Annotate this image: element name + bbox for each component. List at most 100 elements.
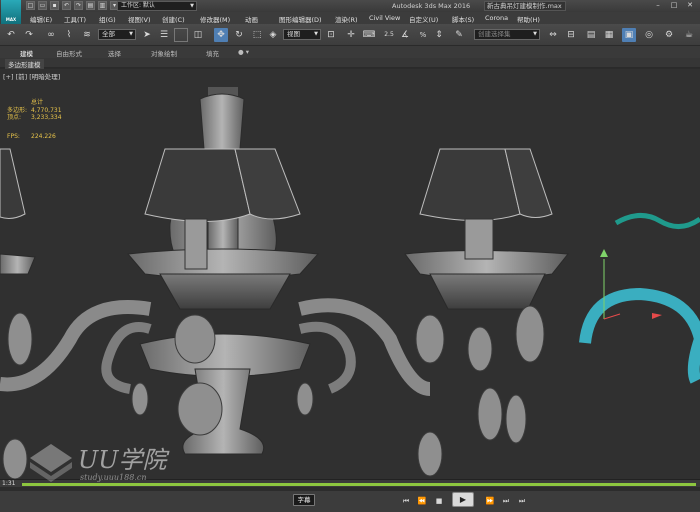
menu-rendering[interactable]: 渲染(R) xyxy=(335,14,358,24)
fps-value: 224.226 xyxy=(31,132,56,140)
playback-progress[interactable] xyxy=(22,483,696,486)
mirror-icon[interactable]: ⇔ xyxy=(546,28,560,42)
select-by-name-icon[interactable]: ☰ xyxy=(157,28,171,42)
player-controls: 字幕 ⏮ ⏪ ■ ▶ ⏩ ⏭ ⏭ xyxy=(0,491,700,512)
bind-space-warp-icon[interactable]: ≋ xyxy=(80,28,94,42)
edit-named-selection-icon[interactable]: ✎ xyxy=(452,28,466,42)
new-file-icon[interactable]: □ xyxy=(26,1,35,10)
play-button[interactable]: ▶ xyxy=(452,492,474,507)
layer-manager-icon[interactable]: ▤ xyxy=(584,28,598,42)
angle-snap-icon[interactable]: ∡ xyxy=(398,28,412,42)
caption-button[interactable]: 字幕 xyxy=(293,494,315,506)
chevron-down-icon: ▼ xyxy=(314,31,318,37)
viewport-label[interactable]: [+] [前] [明暗处理] xyxy=(3,71,60,81)
menu-group[interactable]: 组(G) xyxy=(99,14,116,24)
project-folder-icon[interactable]: ▤ xyxy=(86,1,95,10)
workspace-value: 工作区: 默认 xyxy=(121,2,155,9)
window-crossing-icon[interactable]: ◫ xyxy=(191,28,205,42)
redo-icon[interactable]: ↷ xyxy=(74,1,83,10)
viewport-statistics: 总计 多边形: 4,770,731 顶点: 3,233,334 FPS: 224.22… xyxy=(7,99,62,140)
menu-create[interactable]: 创建(C) xyxy=(162,14,185,24)
save-icon[interactable]: ▪ xyxy=(50,1,59,10)
menu-help[interactable]: 帮助(H) xyxy=(517,14,540,24)
snap-toggle-icon[interactable]: 2.5 xyxy=(382,28,396,42)
menu-edit[interactable]: 编辑(E) xyxy=(30,14,52,24)
link-icon[interactable]: ∞ xyxy=(44,28,58,42)
select-and-rotate-icon[interactable]: ↻ xyxy=(232,28,246,42)
snap-value: 2.5 xyxy=(384,31,394,38)
maximize-button[interactable]: □ xyxy=(668,1,680,11)
menu-tools[interactable]: 工具(T) xyxy=(64,14,86,24)
next-frame-icon[interactable]: ⏭ xyxy=(500,495,512,507)
chevron-down-icon: ▼ xyxy=(533,31,537,37)
fast-forward-icon[interactable]: ⏩ xyxy=(484,495,496,507)
chevron-down-icon: ▼ xyxy=(190,3,194,9)
material-editor-icon[interactable]: ◎ xyxy=(642,28,656,42)
front-viewport[interactable]: [+] [前] [明暗处理] 总计 多边形: 4,770,731 顶点: 3,233… xyxy=(0,69,700,479)
reference-coord-select[interactable]: 视图 ▼ xyxy=(283,29,321,40)
menu-civil-view[interactable]: Civil View xyxy=(369,14,400,22)
unlink-icon[interactable]: ⌇ xyxy=(62,28,76,42)
select-object-icon[interactable]: ➤ xyxy=(140,28,154,42)
selection-filter-select[interactable]: 全部 ▼ xyxy=(98,29,136,40)
stop-icon[interactable]: ■ xyxy=(433,495,445,507)
menu-animation[interactable]: 动画 xyxy=(245,14,258,24)
tab-selection[interactable]: 选择 xyxy=(108,48,121,58)
menu-views[interactable]: 视图(V) xyxy=(128,14,151,24)
align-icon[interactable]: ⊟ xyxy=(564,28,578,42)
render-icon[interactable]: ☕ xyxy=(682,28,696,42)
percent-snap-label: % xyxy=(419,31,427,39)
spinner-snap-icon[interactable]: ⇕ xyxy=(432,28,446,42)
select-and-scale-icon[interactable]: ⬚ xyxy=(250,28,264,42)
minimize-button[interactable]: – xyxy=(652,1,664,11)
menu-graph-editors[interactable]: 图形编辑器(D) xyxy=(279,14,322,24)
menu-modifiers[interactable]: 修改器(M) xyxy=(200,14,230,24)
tab-modeling[interactable]: 建模 xyxy=(20,48,33,58)
toggle-ribbon-icon[interactable]: ▦ xyxy=(602,28,616,42)
ribbon-tabs: 建模 自由形式 选择 对象绘制 填充 ● ▾ xyxy=(0,46,700,58)
app-logo[interactable]: MAX xyxy=(1,0,21,24)
scene-render xyxy=(0,87,700,479)
tab-freeform[interactable]: 自由形式 xyxy=(56,48,82,58)
select-manipulate-icon[interactable]: ✛ xyxy=(344,28,358,42)
named-selection-select[interactable]: 创建选择集 ▼ xyxy=(474,29,540,40)
watermark-logo xyxy=(30,444,72,482)
polys-label: 多边形: xyxy=(7,106,28,114)
app-window: MAX □ ▭ ▪ ↶ ↷ ▤ ▥ ▾ 工作区: 默认 ▼ Autodesk 3… xyxy=(0,0,700,512)
set-project-icon[interactable]: ▥ xyxy=(98,1,107,10)
redo-icon[interactable]: ↷ xyxy=(22,28,36,42)
fps-label: FPS: xyxy=(7,132,20,140)
menu-customize[interactable]: 自定义(U) xyxy=(409,14,438,24)
teal-curve-objects xyxy=(579,213,700,384)
menu-corona[interactable]: Corona xyxy=(485,14,508,22)
undo-icon[interactable]: ↶ xyxy=(62,1,71,10)
app-title: Autodesk 3ds Max 2016 xyxy=(392,2,471,10)
percent-snap-icon[interactable]: % xyxy=(416,28,430,42)
rectangle-selection-icon[interactable] xyxy=(174,28,188,42)
select-and-move-icon[interactable]: ✥ xyxy=(214,28,228,42)
watermark-url: study.uuu188.cn xyxy=(80,473,147,482)
keyboard-shortcut-icon[interactable]: ⌨ xyxy=(362,28,376,42)
undo-icon[interactable]: ↶ xyxy=(4,28,18,42)
pivot-point-icon[interactable]: ⊡ xyxy=(324,28,338,42)
tab-populate[interactable]: 填充 xyxy=(206,48,219,58)
tab-object-paint[interactable]: 对象绘制 xyxy=(151,48,177,58)
skip-end-icon[interactable]: ⏭ xyxy=(516,495,528,507)
file-name: 新古典吊灯建模制作.max xyxy=(484,1,566,11)
current-time: 1:31 xyxy=(2,480,16,487)
close-button[interactable]: ✕ xyxy=(684,1,696,11)
main-toolbar: ↶ ↷ ∞ ⌇ ≋ 全部 ▼ ➤ ☰ ◫ ✥ ↻ ⬚ ◈ 视图 ▼ ⊡ ✛ ⌨ … xyxy=(0,24,700,46)
workspace-select[interactable]: 工作区: 默认 ▼ xyxy=(117,1,197,11)
ribbon-options-icon[interactable]: ● ▾ xyxy=(238,48,249,56)
render-setup-icon[interactable]: ⚙ xyxy=(662,28,676,42)
logo-text: MAX xyxy=(5,17,17,22)
polygon-modeling-panel[interactable]: 多边形建模 xyxy=(5,59,44,69)
rewind-icon[interactable]: ⏪ xyxy=(416,495,428,507)
skip-start-icon[interactable]: ⏮ xyxy=(400,495,412,507)
curve-editor-icon[interactable]: ▣ xyxy=(622,28,636,42)
place-icon[interactable]: ◈ xyxy=(266,28,280,42)
open-file-icon[interactable]: ▭ xyxy=(38,1,47,10)
stats-header: 总计 xyxy=(31,99,44,106)
selection-filter-value: 全部 xyxy=(102,30,115,38)
menu-scripting[interactable]: 脚本(S) xyxy=(452,14,474,24)
